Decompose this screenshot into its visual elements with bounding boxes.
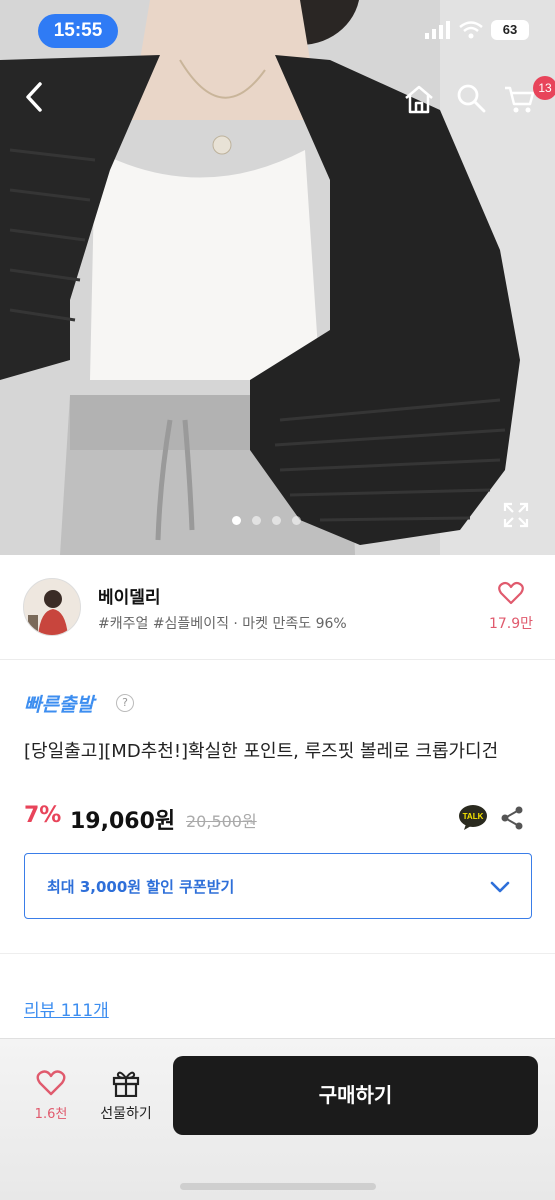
store-avatar-image [24, 579, 80, 635]
store-info[interactable]: 베이델리 #캐주얼 #심플베이직 · 마켓 만족도 96% 17.9만 [0, 555, 555, 660]
like-count: 1.6천 [34, 1107, 68, 1122]
review-link[interactable]: 리뷰 111개 [24, 996, 109, 1021]
gallery-dot[interactable] [272, 516, 281, 525]
product-title: [당일출고][MD추천!]확실한 포인트, 루즈핏 볼레로 크롭가디건 [24, 741, 499, 762]
discount-rate: 7% [24, 803, 62, 828]
cart-badge: 13 [533, 76, 555, 100]
fast-shipping-badge: 빠른출발 [24, 694, 94, 716]
product-image[interactable]: 15:55 63 13 [0, 0, 555, 555]
gift-label: 선물하기 [100, 1106, 152, 1122]
search-icon[interactable] [455, 82, 487, 114]
store-favorite-count: 17.9만 [488, 616, 534, 632]
heart-icon[interactable] [498, 581, 524, 605]
store-avatar[interactable] [23, 578, 81, 636]
gift-icon [112, 1071, 140, 1097]
expand-icon[interactable] [503, 502, 529, 528]
buy-button[interactable]: 구매하기 [173, 1056, 538, 1135]
sale-price: 19,060원 [70, 809, 176, 834]
original-price: 20,500원 [186, 812, 257, 831]
chevron-down-icon [490, 881, 510, 893]
coupon-button[interactable]: 최대 3,000원 할인 쿠폰받기 [24, 853, 532, 919]
gallery-dot[interactable] [292, 516, 301, 525]
cart-icon[interactable] [503, 82, 537, 116]
status-icons: 63 [425, 20, 529, 40]
kakao-talk-icon[interactable]: TALK [458, 804, 488, 831]
like-button[interactable]: 1.6천 [18, 1069, 84, 1139]
home-indicator[interactable] [180, 1183, 376, 1190]
gift-button[interactable]: 선물하기 [90, 1069, 162, 1139]
kakao-talk-label: TALK [463, 812, 484, 821]
store-tags: #캐주얼 #심플베이직 · 마켓 만족도 96% [98, 616, 347, 632]
share-icon[interactable] [500, 805, 524, 831]
wifi-icon [459, 21, 483, 39]
store-name[interactable]: 베이델리 [98, 583, 161, 608]
status-bar: 15:55 63 [0, 0, 555, 62]
back-icon[interactable] [18, 80, 52, 114]
battery-icon: 63 [491, 20, 529, 40]
heart-icon [36, 1070, 66, 1096]
gallery-dots [232, 516, 301, 525]
section-divider [0, 953, 555, 954]
status-time: 15:55 [38, 14, 118, 48]
bottom-action-bar: 1.6천 선물하기 구매하기 [0, 1038, 555, 1200]
gallery-dot[interactable] [252, 516, 261, 525]
help-icon[interactable]: ? [116, 694, 134, 712]
signal-icon [425, 21, 450, 39]
home-icon[interactable] [402, 82, 436, 116]
coupon-label: 최대 3,000원 할인 쿠폰받기 [47, 878, 235, 896]
gallery-dot[interactable] [232, 516, 241, 525]
